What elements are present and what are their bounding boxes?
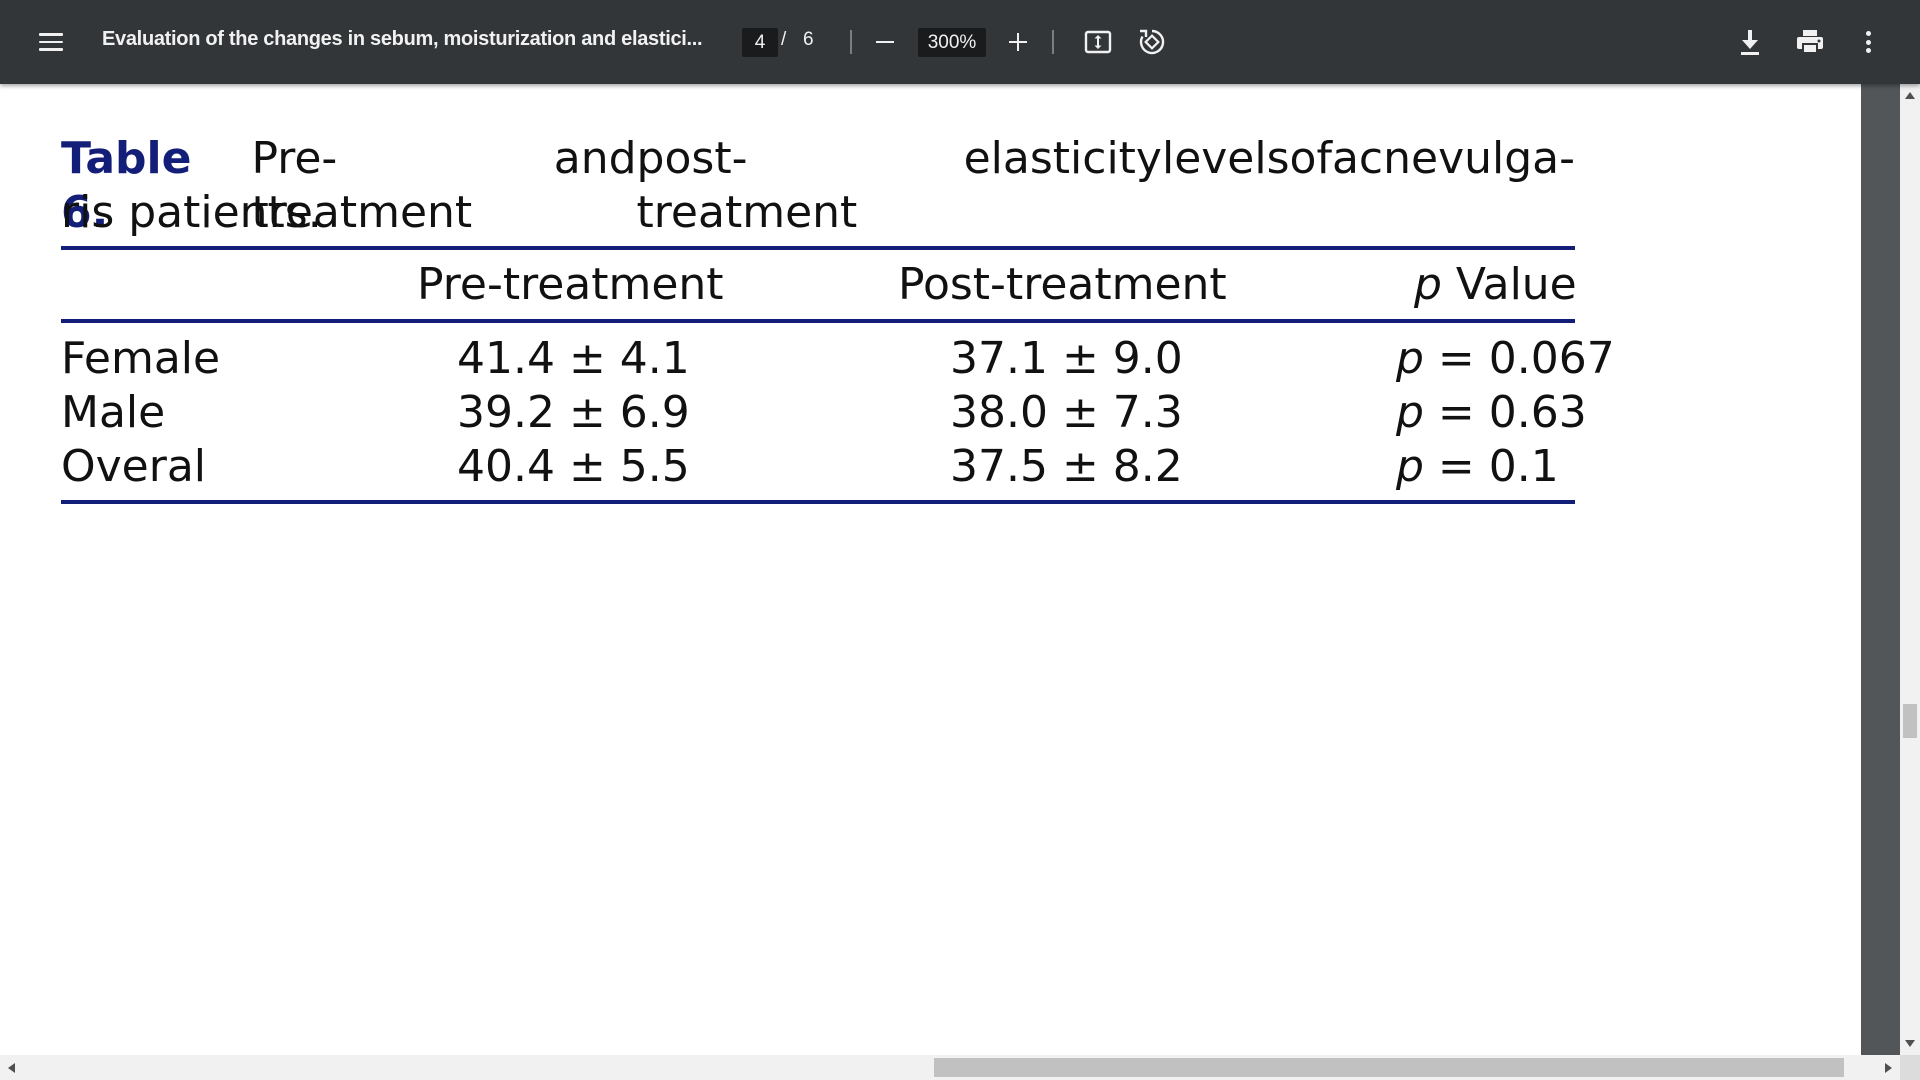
vertical-scrollbar[interactable] xyxy=(1900,84,1920,1055)
zoom-in-icon[interactable] xyxy=(1000,24,1036,60)
cell-p-value: p = 0.1 xyxy=(1396,440,1559,494)
p-value-text: = 0.63 xyxy=(1423,387,1587,438)
cell-pre-treatment: 41.4 ± 4.1 xyxy=(457,333,690,384)
zoom-level-input[interactable]: 300% xyxy=(918,28,986,57)
caption-word: acne xyxy=(1331,133,1439,184)
page-separator: / xyxy=(781,29,787,50)
horizontal-scrollbar[interactable] xyxy=(0,1055,1900,1080)
page-total: 6 xyxy=(803,29,814,50)
more-vert-icon[interactable] xyxy=(1848,22,1888,62)
horizontal-scroll-thumb[interactable] xyxy=(934,1058,1844,1077)
scroll-up-icon[interactable] xyxy=(1905,92,1915,99)
print-icon[interactable] xyxy=(1790,22,1830,62)
toolbar-divider xyxy=(850,30,852,54)
cell-p-value: p = 0.63 xyxy=(1396,386,1587,440)
pdf-page xyxy=(0,797,1861,1055)
cell-post-treatment: 37.5 ± 8.2 xyxy=(950,441,1183,492)
p-header-label: Value xyxy=(1441,259,1577,310)
document-title: Evaluation of the changes in sebum, mois… xyxy=(102,28,703,50)
p-value-text: = 0.067 xyxy=(1423,333,1615,384)
column-header-pre-treatment: Pre-treatment xyxy=(417,259,724,310)
row-label: Female xyxy=(61,333,221,384)
caption-word: elasticity xyxy=(963,133,1162,184)
p-symbol: p xyxy=(1396,387,1424,438)
toolbar-divider xyxy=(1052,30,1054,54)
scrollbar-corner xyxy=(1900,1055,1920,1080)
scroll-right-icon[interactable] xyxy=(1885,1063,1892,1073)
table-caption-line: ris patients. xyxy=(61,187,322,238)
caption-word: levels xyxy=(1161,133,1290,184)
caption-word: post-treatment xyxy=(636,133,858,238)
scroll-left-icon[interactable] xyxy=(8,1063,15,1073)
caption-word: vulga- xyxy=(1438,133,1575,184)
fit-page-icon[interactable] xyxy=(1078,22,1118,62)
pdf-viewer[interactable]: Table 6. Pre-treatment and post-treatmen… xyxy=(0,84,1900,1055)
pdf-page: Table 6. Pre-treatment and post-treatmen… xyxy=(0,84,1861,817)
table-bottom-rule xyxy=(61,500,1575,504)
row-label: Male xyxy=(61,387,166,438)
caption-word: of xyxy=(1289,133,1332,184)
row-label: Overal xyxy=(61,441,207,492)
p-symbol: p xyxy=(1414,259,1442,310)
p-symbol: p xyxy=(1396,333,1424,384)
vertical-scroll-thumb[interactable] xyxy=(1903,704,1917,738)
table-header-rule xyxy=(61,319,1575,323)
zoom-out-icon[interactable] xyxy=(868,24,902,60)
column-header-post-treatment: Post-treatment xyxy=(898,259,1227,310)
p-symbol: p xyxy=(1396,441,1424,492)
page-number-input[interactable]: 4 xyxy=(742,28,778,57)
caption-word: and xyxy=(553,133,637,184)
column-header-p-value: p Value xyxy=(1414,258,1577,312)
cell-pre-treatment: 39.2 ± 6.9 xyxy=(457,387,690,438)
p-value-text: = 0.1 xyxy=(1423,441,1559,492)
download-icon[interactable] xyxy=(1730,22,1770,62)
cell-post-treatment: 37.1 ± 9.0 xyxy=(950,333,1183,384)
cell-pre-treatment: 40.4 ± 5.5 xyxy=(457,441,690,492)
rotate-icon[interactable] xyxy=(1132,22,1172,62)
pdf-toolbar: Evaluation of the changes in sebum, mois… xyxy=(0,0,1920,84)
cell-p-value: p = 0.067 xyxy=(1396,332,1615,386)
scroll-down-icon[interactable] xyxy=(1905,1040,1915,1047)
hamburger-menu-icon[interactable] xyxy=(30,22,72,62)
cell-post-treatment: 38.0 ± 7.3 xyxy=(950,387,1183,438)
table-top-rule xyxy=(61,246,1575,250)
